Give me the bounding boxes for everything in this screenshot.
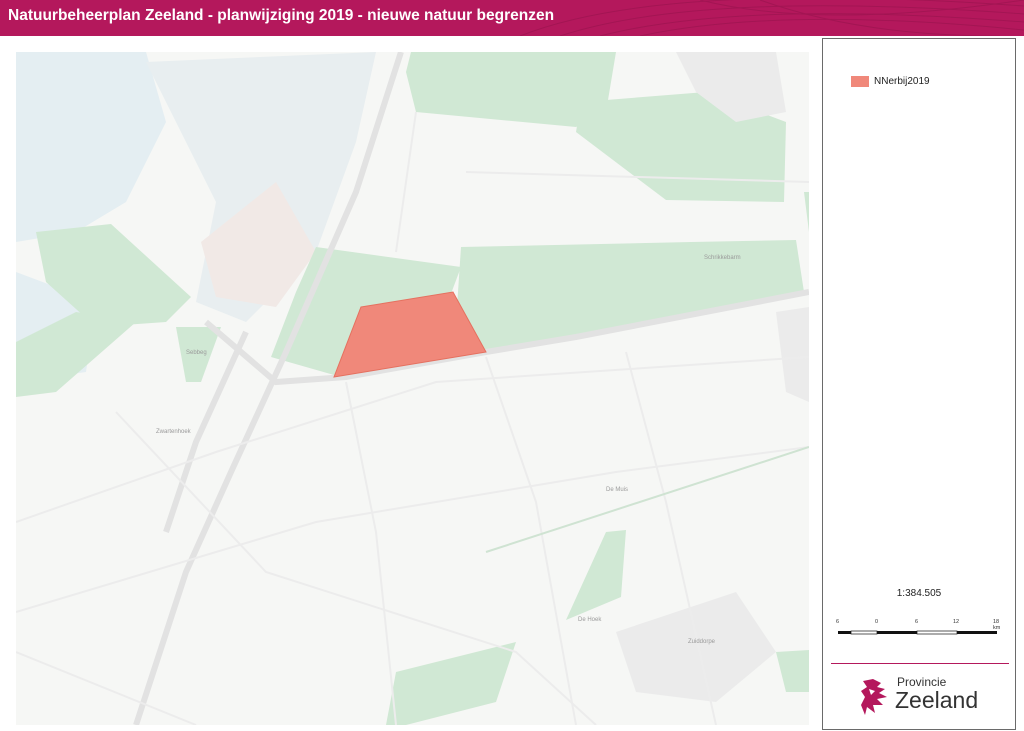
nature-area: [804, 192, 809, 232]
map-graphic[interactable]: [16, 52, 809, 725]
panel-divider: [831, 663, 1009, 664]
scale-bar-graphic: [838, 630, 997, 635]
legend-swatch: [851, 76, 869, 87]
legend-panel: NNerbij2019 1:384.505 6 0 6 12 18 km Pro…: [822, 38, 1016, 730]
map-canvas[interactable]: Sebbeg Zwartenhoek De Muis De Hoek Zuidd…: [16, 52, 809, 725]
nature-area: [456, 240, 804, 352]
water-area: [16, 52, 166, 242]
scale-text: 1:384.505: [896, 588, 942, 599]
scale-tick-label: 6: [836, 619, 840, 625]
place-label: Zuiddorpe: [688, 639, 716, 645]
legend-label: NNerbij2019: [874, 76, 930, 87]
map-title: Natuurbeheerplan Zeeland - planwijziging…: [8, 7, 555, 24]
scale-tick-label: 12: [953, 619, 960, 625]
map-header: Natuurbeheerplan Zeeland - planwijziging…: [0, 0, 1024, 36]
logo-line2: Zeeland: [895, 687, 979, 713]
place-label: Sebbeg: [186, 350, 207, 356]
place-label: De Hoek: [578, 617, 602, 623]
nature-area: [776, 650, 809, 692]
place-label: Zwartenhoek: [156, 429, 191, 435]
place-label: De Muis: [606, 487, 629, 493]
nature-area: [386, 642, 516, 725]
village-area: [776, 307, 809, 402]
village-area: [616, 592, 776, 702]
legend-item: NNerbij2019: [851, 76, 930, 87]
nature-area: [566, 530, 626, 620]
scale-tick-label: 6: [915, 619, 919, 625]
scale-tick-label: 0: [875, 619, 879, 625]
provincie-zeeland-logo: Provincie Zeeland: [859, 675, 1009, 719]
zeeland-lion-icon: [861, 679, 887, 715]
place-label: Schrikkebarm: [704, 255, 741, 261]
